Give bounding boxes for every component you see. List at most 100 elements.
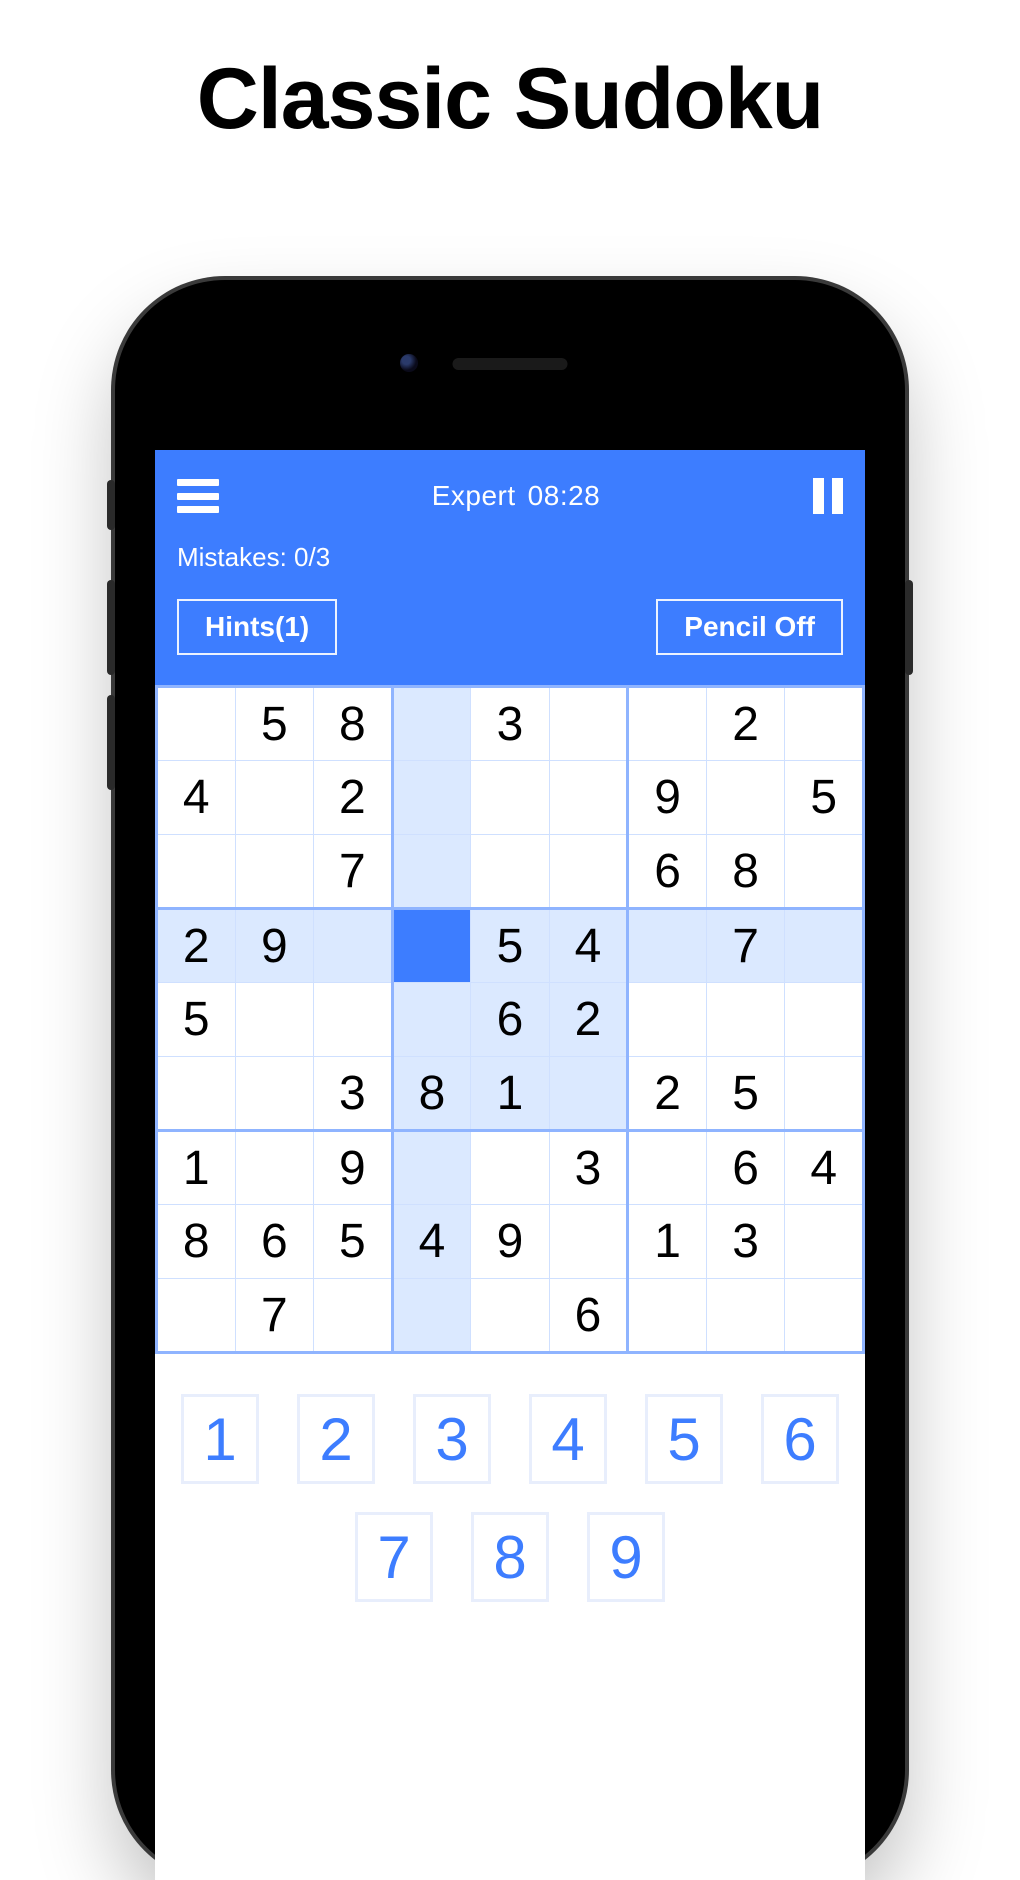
keypad-8[interactable]: 8	[471, 1512, 549, 1602]
sudoku-cell[interactable]: 1	[157, 1131, 236, 1205]
sudoku-cell[interactable]	[235, 983, 314, 1057]
keypad-4[interactable]: 4	[529, 1394, 607, 1484]
sudoku-cell[interactable]	[392, 761, 471, 835]
sudoku-cell[interactable]	[785, 1205, 864, 1279]
sudoku-cell[interactable]: 8	[706, 835, 785, 909]
sudoku-cell[interactable]: 9	[471, 1205, 550, 1279]
sudoku-cell[interactable]: 2	[628, 1057, 707, 1131]
pencil-toggle-button[interactable]: Pencil Off	[656, 599, 843, 655]
keypad-9[interactable]: 9	[587, 1512, 665, 1602]
keypad-6[interactable]: 6	[761, 1394, 839, 1484]
sudoku-cell[interactable]: 2	[706, 687, 785, 761]
sudoku-cell[interactable]	[392, 1279, 471, 1353]
sudoku-cell[interactable]	[235, 835, 314, 909]
sudoku-cell[interactable]: 7	[314, 835, 393, 909]
sudoku-cell[interactable]: 7	[235, 1279, 314, 1353]
pause-icon[interactable]	[813, 478, 843, 514]
sudoku-board: 58324295768295475623812519364865491376	[155, 685, 865, 1354]
keypad-5[interactable]: 5	[645, 1394, 723, 1484]
sudoku-cell[interactable]: 5	[235, 687, 314, 761]
keypad-1[interactable]: 1	[181, 1394, 259, 1484]
sudoku-cell[interactable]: 6	[549, 1279, 628, 1353]
hints-button[interactable]: Hints(1)	[177, 599, 337, 655]
sudoku-cell[interactable]	[706, 761, 785, 835]
sudoku-cell[interactable]	[392, 909, 471, 983]
sudoku-cell[interactable]	[628, 1279, 707, 1353]
sudoku-cell[interactable]: 6	[628, 835, 707, 909]
sudoku-cell[interactable]	[157, 687, 236, 761]
sudoku-cell[interactable]	[392, 835, 471, 909]
sudoku-cell[interactable]: 5	[314, 1205, 393, 1279]
sudoku-cell[interactable]: 6	[471, 983, 550, 1057]
sudoku-cell[interactable]: 3	[471, 687, 550, 761]
sudoku-cell[interactable]	[471, 1279, 550, 1353]
sudoku-cell[interactable]: 9	[314, 1131, 393, 1205]
sudoku-cell[interactable]: 5	[471, 909, 550, 983]
sudoku-cell[interactable]: 3	[314, 1057, 393, 1131]
sudoku-cell[interactable]	[314, 1279, 393, 1353]
timer-label: 08:28	[528, 480, 601, 511]
sudoku-cell[interactable]	[549, 1205, 628, 1279]
sudoku-cell[interactable]	[392, 687, 471, 761]
sudoku-cell[interactable]: 1	[628, 1205, 707, 1279]
sudoku-cell[interactable]	[549, 687, 628, 761]
sudoku-cell[interactable]: 8	[314, 687, 393, 761]
sudoku-cell[interactable]: 6	[235, 1205, 314, 1279]
sudoku-cell[interactable]	[628, 687, 707, 761]
keypad-7[interactable]: 7	[355, 1512, 433, 1602]
sudoku-cell[interactable]: 8	[157, 1205, 236, 1279]
phone-screen: Expert08:28 Mistakes: 0/3 Hints(1) Penci…	[155, 450, 865, 1880]
sudoku-cell[interactable]	[157, 1279, 236, 1353]
sudoku-cell[interactable]: 8	[392, 1057, 471, 1131]
sudoku-cell[interactable]: 2	[549, 983, 628, 1057]
sudoku-cell[interactable]	[785, 835, 864, 909]
sudoku-cell[interactable]	[471, 761, 550, 835]
sudoku-cell[interactable]: 4	[785, 1131, 864, 1205]
game-status: Expert08:28	[432, 480, 601, 512]
sudoku-cell[interactable]: 5	[157, 983, 236, 1057]
sudoku-cell[interactable]	[157, 1057, 236, 1131]
sudoku-cell[interactable]: 4	[549, 909, 628, 983]
sudoku-cell[interactable]: 6	[706, 1131, 785, 1205]
phone-volume-down	[107, 695, 115, 790]
sudoku-cell[interactable]	[628, 909, 707, 983]
sudoku-cell[interactable]	[471, 835, 550, 909]
sudoku-cell[interactable]: 5	[785, 761, 864, 835]
sudoku-cell[interactable]: 2	[314, 761, 393, 835]
sudoku-cell[interactable]	[235, 761, 314, 835]
sudoku-cell[interactable]	[785, 1057, 864, 1131]
sudoku-cell[interactable]	[235, 1131, 314, 1205]
keypad-2[interactable]: 2	[297, 1394, 375, 1484]
sudoku-cell[interactable]: 9	[235, 909, 314, 983]
sudoku-cell[interactable]: 7	[706, 909, 785, 983]
sudoku-cell[interactable]	[628, 1131, 707, 1205]
sudoku-cell[interactable]	[549, 761, 628, 835]
sudoku-cell[interactable]: 9	[628, 761, 707, 835]
sudoku-cell[interactable]	[392, 983, 471, 1057]
sudoku-cell[interactable]: 4	[157, 761, 236, 835]
sudoku-cell[interactable]	[706, 1279, 785, 1353]
sudoku-cell[interactable]	[628, 983, 707, 1057]
sudoku-cell[interactable]	[157, 835, 236, 909]
sudoku-cell[interactable]: 5	[706, 1057, 785, 1131]
sudoku-cell[interactable]	[785, 983, 864, 1057]
sudoku-cell[interactable]	[706, 983, 785, 1057]
sudoku-cell[interactable]	[235, 1057, 314, 1131]
sudoku-cell[interactable]: 4	[392, 1205, 471, 1279]
sudoku-cell[interactable]: 1	[471, 1057, 550, 1131]
sudoku-cell[interactable]	[392, 1131, 471, 1205]
sudoku-cell[interactable]	[785, 1279, 864, 1353]
menu-icon[interactable]	[177, 479, 219, 513]
sudoku-cell[interactable]	[549, 835, 628, 909]
sudoku-cell[interactable]: 2	[157, 909, 236, 983]
phone-frame: Expert08:28 Mistakes: 0/3 Hints(1) Penci…	[115, 280, 905, 1880]
keypad-3[interactable]: 3	[413, 1394, 491, 1484]
sudoku-cell[interactable]	[785, 687, 864, 761]
sudoku-cell[interactable]	[785, 909, 864, 983]
sudoku-cell[interactable]	[314, 983, 393, 1057]
sudoku-cell[interactable]: 3	[706, 1205, 785, 1279]
sudoku-cell[interactable]	[314, 909, 393, 983]
sudoku-cell[interactable]	[471, 1131, 550, 1205]
sudoku-cell[interactable]	[549, 1057, 628, 1131]
sudoku-cell[interactable]: 3	[549, 1131, 628, 1205]
